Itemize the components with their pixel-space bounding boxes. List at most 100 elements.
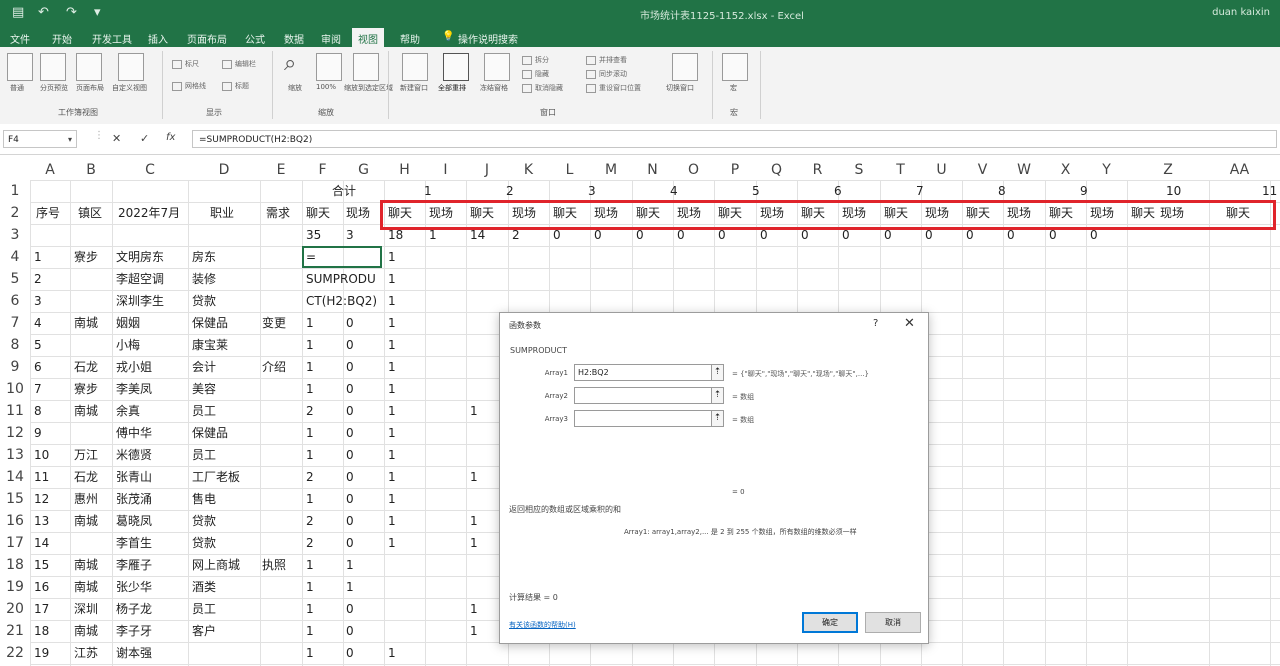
cell-A7[interactable]: 4	[34, 312, 42, 334]
cell-F11[interactable]: 2	[306, 400, 314, 422]
cell-F2[interactable]: 聊天	[306, 202, 330, 224]
column-header[interactable]: D	[188, 160, 260, 180]
ok-button[interactable]: 确定	[802, 612, 858, 633]
save-icon[interactable]: ▤	[12, 5, 24, 20]
cell-D7[interactable]: 保健品	[192, 312, 228, 334]
customize-quick-access-icon[interactable]: ▾	[94, 5, 101, 20]
row-header[interactable]: 22	[0, 642, 30, 664]
cell-F22[interactable]: 1	[306, 642, 314, 664]
cell-A12[interactable]: 9	[34, 422, 42, 444]
tab-home[interactable]: 开始	[52, 31, 72, 46]
cell-D2[interactable]: 职业	[210, 202, 234, 224]
cell-F9[interactable]: 1	[306, 356, 314, 378]
cell-G20[interactable]: 0	[346, 598, 354, 620]
day-number[interactable]: 6	[834, 180, 842, 202]
cell-F3[interactable]: 35	[306, 224, 321, 246]
collapse-dialog-icon[interactable]: ⇡	[711, 387, 724, 404]
row-header[interactable]: 11	[0, 400, 30, 422]
column-header[interactable]: R	[797, 160, 838, 180]
cell-D17[interactable]: 贷款	[192, 532, 216, 554]
cell-G10[interactable]: 0	[346, 378, 354, 400]
row-header[interactable]: 13	[0, 444, 30, 466]
cell-B16[interactable]: 南城	[74, 510, 98, 532]
column-header[interactable]: I	[425, 160, 466, 180]
cell-F17[interactable]: 2	[306, 532, 314, 554]
cell-J14[interactable]: 1	[470, 466, 478, 488]
array1-input[interactable]: H2:BQ2	[574, 364, 712, 381]
formula-input[interactable]: =SUMPRODUCT(H2:BQ2)	[192, 130, 1277, 148]
cell-A14[interactable]: 11	[34, 466, 49, 488]
column-header[interactable]: E	[260, 160, 302, 180]
cell-A2[interactable]: 序号	[36, 202, 60, 224]
column-header[interactable]: AB	[1270, 160, 1280, 180]
cell-F15[interactable]: 1	[306, 488, 314, 510]
collapse-dialog-icon[interactable]: ⇡	[711, 364, 724, 381]
column-header[interactable]: B	[70, 160, 112, 180]
row-header[interactable]: 14	[0, 466, 30, 488]
column-header[interactable]: Z	[1127, 160, 1209, 180]
column-header[interactable]: G	[343, 160, 384, 180]
tab-help[interactable]: 帮助	[400, 31, 420, 46]
page-break-preview-icon[interactable]	[40, 53, 66, 81]
cell-G8[interactable]: 0	[346, 334, 354, 356]
row-header[interactable]: 7	[0, 312, 30, 334]
cell-B19[interactable]: 南城	[74, 576, 98, 598]
cell-F10[interactable]: 1	[306, 378, 314, 400]
cell-D19[interactable]: 酒类	[192, 576, 216, 598]
cell-B21[interactable]: 南城	[74, 620, 98, 642]
column-header[interactable]: Q	[756, 160, 797, 180]
cell-A16[interactable]: 13	[34, 510, 49, 532]
cell-E7[interactable]: 变更	[262, 312, 286, 334]
cell-G9[interactable]: 0	[346, 356, 354, 378]
cell-D6[interactable]: 贷款	[192, 290, 216, 312]
day-number[interactable]: 11	[1262, 180, 1277, 202]
row-header[interactable]: 4	[0, 246, 30, 268]
tab-review[interactable]: 审阅	[321, 31, 341, 46]
gridlines-checkbox[interactable]: 网格线	[172, 81, 206, 91]
cell-G11[interactable]: 0	[346, 400, 354, 422]
cell-C10[interactable]: 李美凤	[116, 378, 152, 400]
column-header[interactable]: L	[549, 160, 590, 180]
cell-C12[interactable]: 傅中华	[116, 422, 152, 444]
cell-G18[interactable]: 1	[346, 554, 354, 576]
cell-A21[interactable]: 18	[34, 620, 49, 642]
cell-D16[interactable]: 贷款	[192, 510, 216, 532]
cell-B13[interactable]: 万江	[74, 444, 98, 466]
cell-C22[interactable]: 谢本强	[116, 642, 152, 664]
cell-F16[interactable]: 2	[306, 510, 314, 532]
cell-C13[interactable]: 米德贤	[116, 444, 152, 466]
synchronous-scrolling-button[interactable]: 同步滚动	[586, 69, 627, 79]
cell-A11[interactable]: 8	[34, 400, 42, 422]
enter-icon[interactable]: ✓	[140, 132, 149, 145]
cell-F18[interactable]: 1	[306, 554, 314, 576]
name-box[interactable]: F4 ▾	[3, 130, 77, 148]
tab-page-layout[interactable]: 页面布局	[187, 31, 227, 46]
row-header[interactable]: 3	[0, 224, 30, 246]
row-header[interactable]: 6	[0, 290, 30, 312]
new-window-icon[interactable]	[402, 53, 428, 81]
cell-C19[interactable]: 张少华	[116, 576, 152, 598]
cell-B22[interactable]: 江苏	[74, 642, 98, 664]
cell-A6[interactable]: 3	[34, 290, 42, 312]
day-number[interactable]: 4	[670, 180, 678, 202]
cell-F8[interactable]: 1	[306, 334, 314, 356]
cell-G2[interactable]: 现场	[346, 202, 370, 224]
cell-F21[interactable]: 1	[306, 620, 314, 642]
cell-B18[interactable]: 南城	[74, 554, 98, 576]
cell-C18[interactable]: 李雁子	[116, 554, 152, 576]
cell-C2[interactable]: 2022年7月	[118, 202, 180, 224]
cell-B14[interactable]: 石龙	[74, 466, 98, 488]
cell-H10[interactable]: 1	[388, 378, 396, 400]
cell-H7[interactable]: 1	[388, 312, 396, 334]
column-header[interactable]: M	[590, 160, 632, 180]
cell-H12[interactable]: 1	[388, 422, 396, 444]
cell-G16[interactable]: 0	[346, 510, 354, 532]
reset-window-position-button[interactable]: 重设窗口位置	[586, 83, 641, 93]
function-help-link[interactable]: 有关该函数的帮助(H)	[509, 620, 576, 630]
cell-H14[interactable]: 1	[388, 466, 396, 488]
cell-B7[interactable]: 南城	[74, 312, 98, 334]
cell-A22[interactable]: 19	[34, 642, 49, 664]
day-number[interactable]: 7	[916, 180, 924, 202]
user-name[interactable]: duan kaixin	[1212, 7, 1270, 18]
cell-C4[interactable]: 文明房东	[116, 246, 164, 268]
